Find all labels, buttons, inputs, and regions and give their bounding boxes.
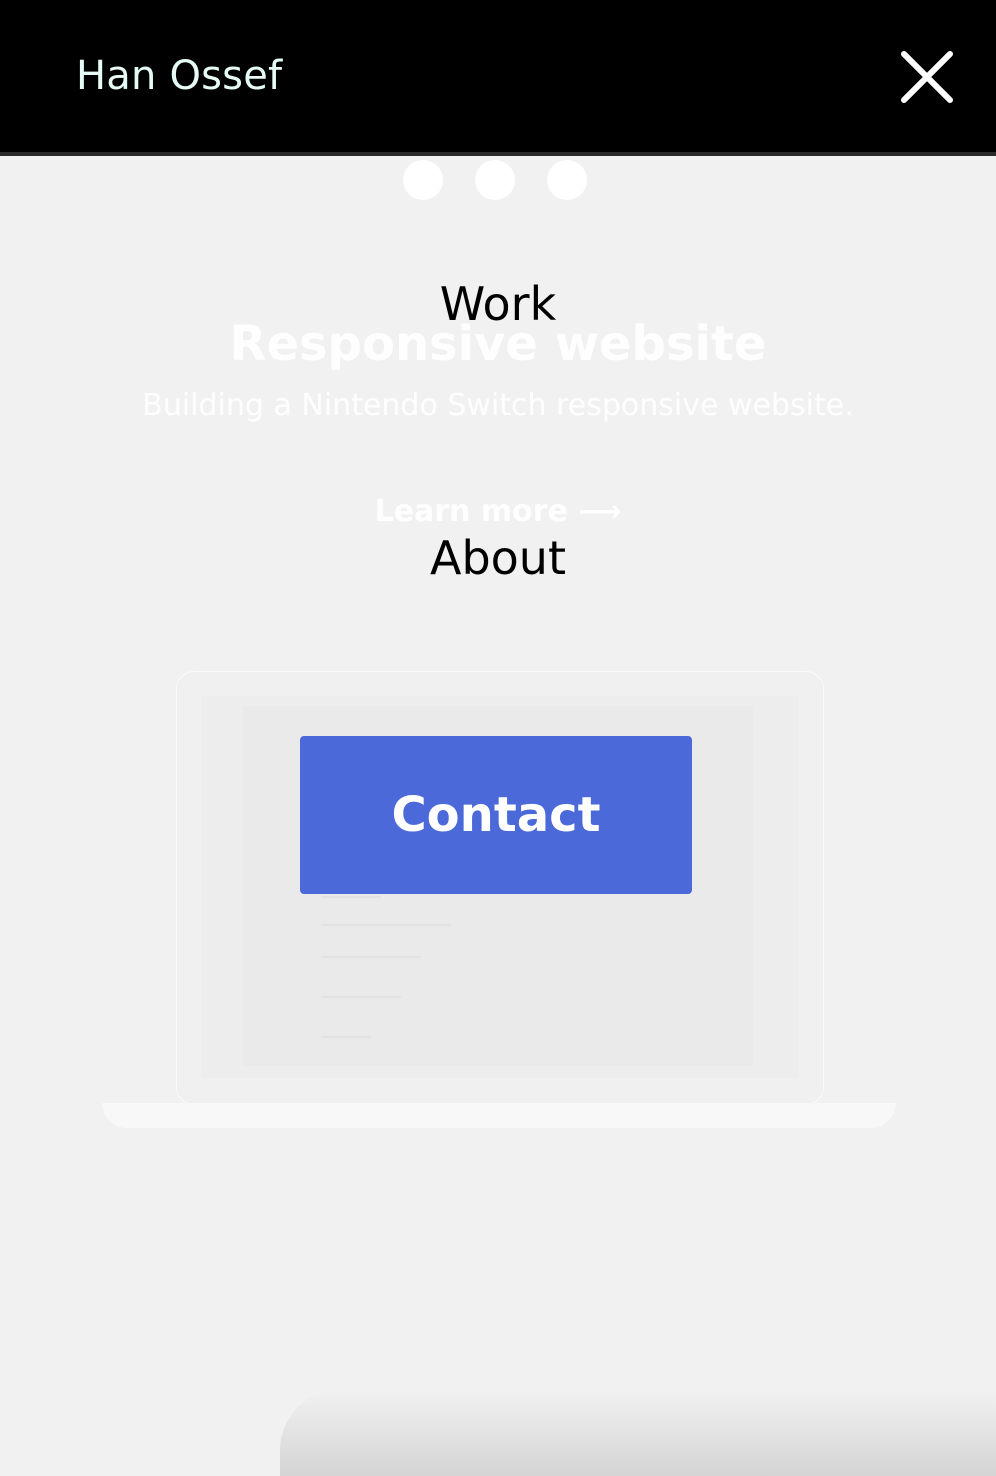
- bottom-shadow: [280, 1390, 996, 1476]
- menu-item-work[interactable]: Work: [0, 276, 996, 332]
- laptop-base: [102, 1103, 896, 1128]
- page: Han Ossef Responsive website Building a …: [0, 0, 996, 1476]
- code-line: [321, 996, 401, 998]
- project-description: Building a Nintendo Switch responsive we…: [142, 388, 854, 423]
- code-line: [321, 896, 381, 898]
- menu-item-about[interactable]: About: [0, 530, 996, 586]
- carousel-dot-3[interactable]: [547, 160, 587, 200]
- code-line: [321, 956, 421, 958]
- carousel-dot-2[interactable]: [475, 160, 515, 200]
- brand-logo[interactable]: Han Ossef: [76, 52, 282, 100]
- header: Han Ossef: [0, 0, 996, 156]
- learn-more-link[interactable]: Learn more ⟶: [0, 492, 996, 532]
- carousel-dots: [403, 160, 587, 200]
- close-menu-button[interactable]: [898, 48, 956, 106]
- contact-button[interactable]: Contact: [300, 736, 692, 894]
- code-line: [321, 924, 451, 926]
- close-icon: [901, 51, 953, 103]
- carousel-dot-1[interactable]: [403, 160, 443, 200]
- code-line: [321, 1036, 371, 1038]
